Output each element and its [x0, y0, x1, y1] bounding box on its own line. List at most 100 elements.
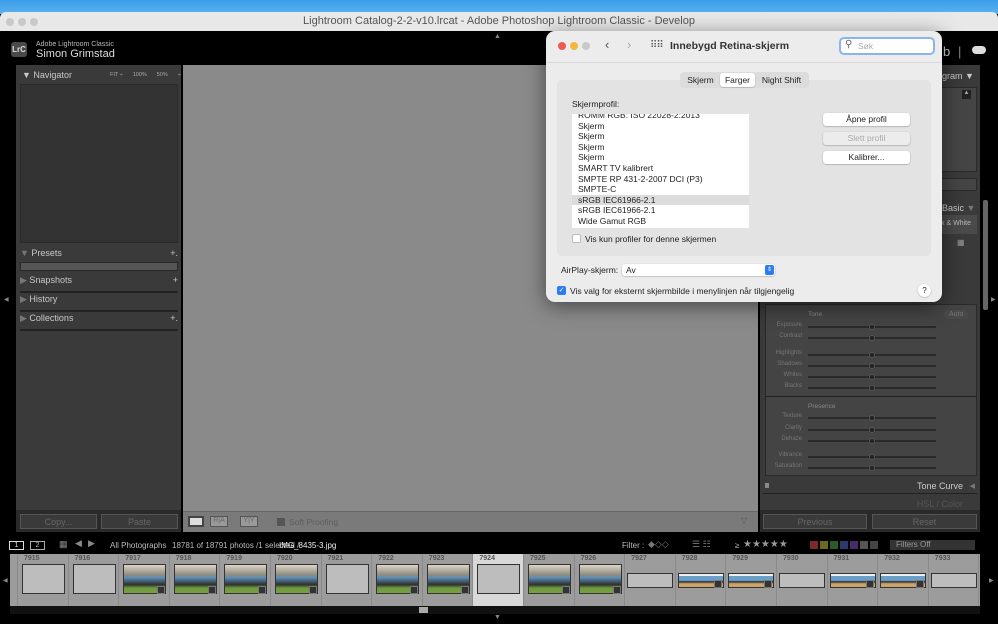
filmstrip-cell[interactable]: 7930: [777, 554, 828, 606]
secondary-window-button[interactable]: 2: [30, 541, 45, 550]
menubar-option-checkbox[interactable]: ✓: [557, 286, 566, 295]
color-label-filter[interactable]: [860, 541, 868, 549]
edit-filter-icons[interactable]: ☰ ☷: [692, 539, 711, 550]
main-window-button[interactable]: 1: [9, 541, 24, 550]
slider-handle[interactable]: [869, 454, 875, 460]
help-button[interactable]: ?: [918, 284, 931, 297]
slider-handle[interactable]: [869, 352, 875, 358]
grid-view-icon[interactable]: ▦: [59, 539, 68, 550]
right-panel-toggle-icon[interactable]: ▶: [991, 296, 996, 303]
tone-curve-header[interactable]: Tone Curve ◀: [763, 480, 977, 494]
collections-section[interactable]: ▶ Collections +.: [20, 313, 178, 331]
scrollbar-thumb[interactable]: [419, 607, 428, 613]
thumbnail[interactable]: [325, 564, 369, 594]
hsl-color-header[interactable]: HSL / Color: [763, 498, 977, 510]
profile-item[interactable]: sRGB IEC61966-2.1: [572, 194, 749, 206]
filmstrip-cell[interactable]: 7932: [878, 554, 929, 606]
thumbnail[interactable]: [72, 564, 116, 594]
history-section[interactable]: ▶ History: [20, 294, 178, 312]
add-snapshot-button[interactable]: +: [173, 275, 178, 285]
filmstrip-cell[interactable]: 7931: [827, 554, 879, 606]
zoom-stepper-icon[interactable]: ÷: [178, 72, 181, 78]
slider-handle[interactable]: [869, 438, 875, 444]
profile-item[interactable]: Skjerm: [572, 142, 749, 153]
filter-preset-dropdown[interactable]: Filters Off: [890, 540, 975, 550]
filmstrip-cell[interactable]: 7917: [119, 554, 170, 606]
before-after-button[interactable]: R|A: [210, 516, 228, 527]
auto-tone-button[interactable]: Auto: [944, 310, 969, 319]
filmstrip-cell[interactable]: 7920: [271, 554, 322, 606]
profile-item[interactable]: Skjerm: [572, 121, 749, 132]
navigator-header[interactable]: ▼ Navigator: [22, 70, 72, 80]
slider-handle[interactable]: [869, 465, 875, 471]
flag-filter-icons[interactable]: ◆◇◇: [648, 539, 669, 550]
slider-handle[interactable]: [869, 335, 875, 341]
clipping-indicator-icon[interactable]: ▲: [962, 90, 971, 99]
filmstrip-cell[interactable]: 7928: [675, 554, 727, 606]
profile-item[interactable]: SMART TV kalibrert: [572, 163, 749, 174]
module-web[interactable]: b: [943, 44, 950, 59]
slider-handle[interactable]: [869, 427, 875, 433]
back-arrow-icon[interactable]: ◀: [75, 538, 82, 549]
loupe-view-button[interactable]: [188, 516, 204, 527]
presets-search-bar[interactable]: [20, 262, 178, 271]
filmstrip-cell[interactable]: 7918: [169, 554, 221, 606]
copy-settings-button[interactable]: Copy...: [20, 514, 97, 529]
thumbnail[interactable]: [477, 564, 521, 594]
paste-settings-button[interactable]: Paste: [101, 514, 178, 529]
reset-button[interactable]: Reset: [872, 514, 977, 529]
panel-switch-icon[interactable]: [765, 483, 769, 488]
source-label[interactable]: All Photographs: [110, 541, 166, 550]
add-preset-button[interactable]: +.: [170, 248, 178, 258]
zoom-button[interactable]: [30, 18, 38, 26]
slider-handle[interactable]: [869, 385, 875, 391]
airplay-dropdown[interactable]: Av ⇕: [622, 264, 775, 276]
open-profile-button[interactable]: Åpne profil: [823, 113, 910, 126]
thumbnail[interactable]: [22, 564, 65, 594]
profile-item[interactable]: sRGB IEC61966-2.1: [572, 205, 749, 216]
calibrate-button[interactable]: Kalibrer...: [823, 151, 910, 164]
previous-button[interactable]: Previous: [763, 514, 867, 529]
profile-item[interactable]: SMPTE RP 431-2-2007 DCI (P3): [572, 174, 749, 185]
back-button[interactable]: ‹: [605, 37, 609, 52]
histogram-header[interactable]: gram ▼: [942, 71, 974, 81]
left-panel-toggle-icon[interactable]: ◀: [4, 296, 9, 303]
profile-item[interactable]: SMPTE-C: [572, 184, 749, 195]
filmstrip-cell[interactable]: 7933: [928, 554, 980, 606]
zoom-fit[interactable]: FIT ÷: [110, 72, 123, 78]
search-field[interactable]: ⚲ Søk: [839, 37, 935, 55]
thumbnail[interactable]: [627, 573, 674, 588]
profile-item[interactable]: Skjerm: [572, 131, 749, 142]
filmstrip-cell[interactable]: 7: [979, 554, 980, 606]
filmstrip-cell[interactable]: [10, 554, 18, 606]
profile-item[interactable]: Skjerm: [572, 152, 749, 163]
filmstrip-cell[interactable]: 7927: [625, 554, 676, 606]
slider-handle[interactable]: [869, 324, 875, 330]
thumbnail[interactable]: [930, 573, 977, 588]
slider-handle[interactable]: [869, 415, 875, 421]
profile-item[interactable]: Wide Gamut RGB: [572, 216, 749, 227]
toolbar-menu-icon[interactable]: ▽: [741, 516, 747, 525]
rating-operator[interactable]: ≥: [735, 541, 739, 550]
selected-filename[interactable]: IMG_8435-3.jpg: [279, 541, 336, 550]
thumbnail[interactable]: [779, 573, 825, 588]
before-after-swap-button[interactable]: Y|Y: [240, 516, 258, 527]
color-label-filter[interactable]: [810, 541, 818, 549]
color-label-filter[interactable]: [870, 541, 878, 549]
zoom-100[interactable]: 100%: [133, 72, 147, 78]
filmstrip-cell[interactable]: 7919: [220, 554, 271, 606]
profile-browser-icon[interactable]: ▦: [957, 238, 965, 247]
only-this-display-checkbox[interactable]: [572, 234, 581, 243]
forward-arrow-icon[interactable]: ▶: [88, 538, 95, 549]
filmstrip-cell[interactable]: 7922: [372, 554, 423, 606]
profile-list[interactable]: ROMM RGB: ISO 22028-2:2013 Skjerm Skjerm Sk…: [572, 114, 749, 228]
color-label-filter[interactable]: [830, 541, 838, 549]
rating-filter-stars[interactable]: ★★★★★: [743, 539, 788, 550]
zoom-50[interactable]: 50%: [157, 72, 168, 78]
top-panel-toggle-icon[interactable]: ▲: [494, 33, 501, 40]
basic-header[interactable]: Basic ▼: [942, 203, 975, 213]
color-label-filter[interactable]: [840, 541, 848, 549]
show-all-grid-icon[interactable]: ⠿⠿: [650, 40, 664, 51]
profile-item[interactable]: ROMM RGB: ISO 22028-2:2013: [572, 114, 749, 121]
filmstrip-scrollbar[interactable]: [10, 606, 980, 614]
